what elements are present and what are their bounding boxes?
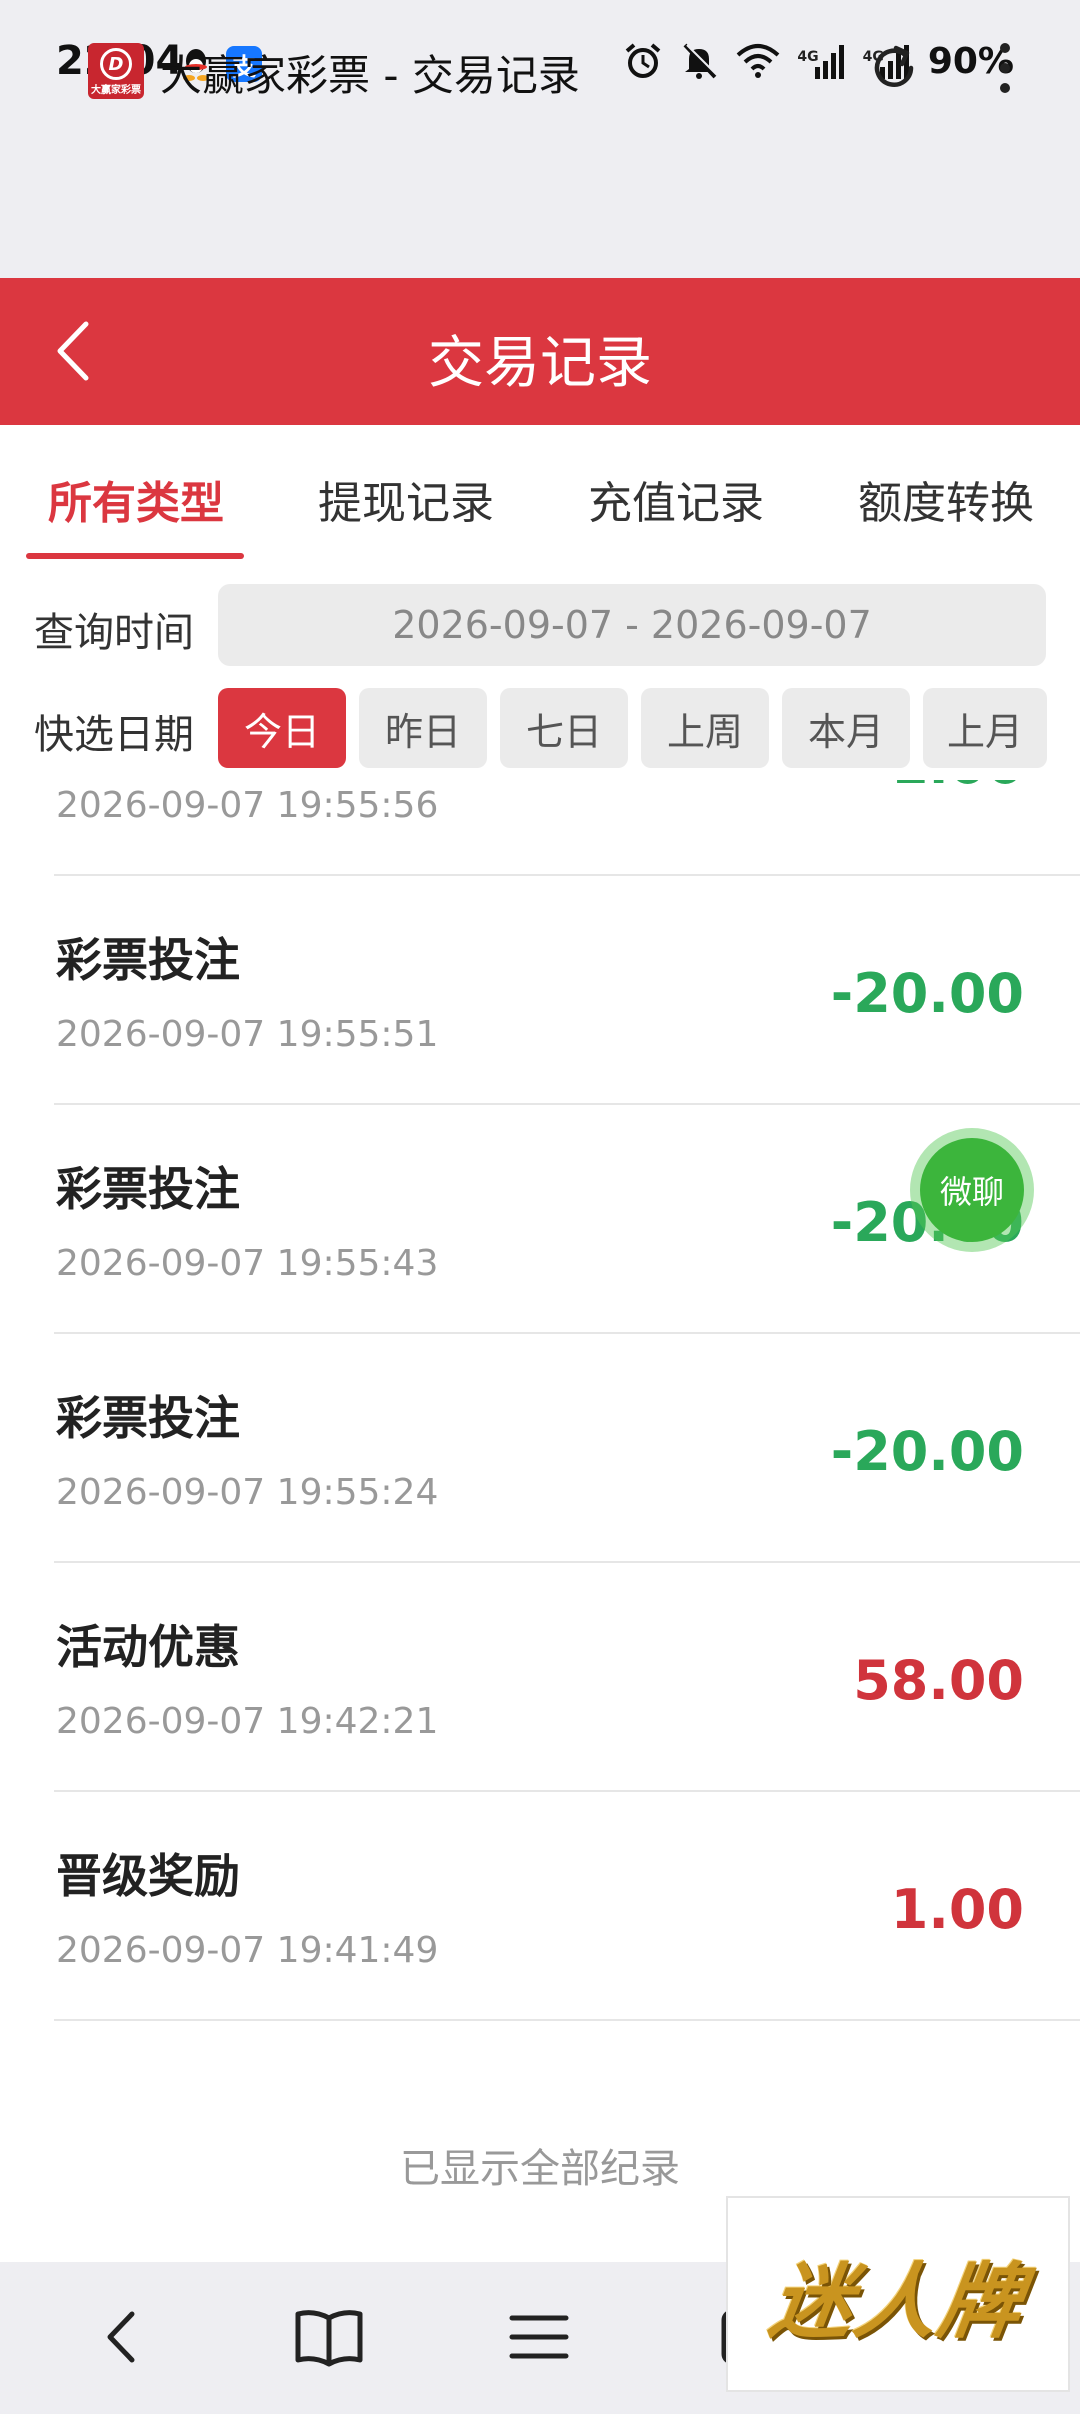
active-tab-indicator	[26, 553, 244, 559]
logo-mark: D	[100, 48, 132, 80]
app-header: 交易记录	[0, 278, 1080, 425]
transaction-amount: 58.00	[853, 1649, 1024, 1712]
transaction-type: 晋级奖励	[56, 1849, 240, 1903]
site-logo: D 大赢家彩票	[88, 43, 144, 99]
alarm-icon	[623, 41, 663, 81]
quick-select-this-month[interactable]: 本月	[782, 688, 910, 768]
tab-deposits[interactable]: 充值记录	[588, 467, 764, 531]
transaction-row[interactable]: 活动优惠 2026-09-07 19:42:21 58.00	[0, 1563, 1080, 1792]
quick-select-today[interactable]: 今日	[218, 688, 346, 768]
mute-icon	[679, 41, 719, 81]
watermark-logo: 迷人牌	[726, 2196, 1070, 2392]
browser-toolbar	[0, 130, 1080, 278]
wifi-icon	[735, 43, 781, 79]
tab-all-types[interactable]: 所有类型	[48, 467, 224, 531]
transaction-amount: -20.00	[830, 962, 1024, 1025]
transaction-type: 活动优惠	[56, 1620, 240, 1674]
menu-icon[interactable]	[506, 2304, 572, 2374]
transaction-time: 2026-09-07 19:55:24	[56, 1472, 439, 1513]
transaction-row[interactable]: 彩票投注 2026-09-07 19:55:24 -20.00	[0, 1334, 1080, 1563]
back-icon[interactable]	[96, 2304, 146, 2374]
address-bar[interactable]	[70, 146, 930, 250]
page-root: 22:04 支	[0, 0, 1080, 2414]
date-range-field[interactable]: 2026-09-07 - 2026-09-07	[218, 584, 1046, 666]
transaction-time: 2026-09-07 19:55:56	[56, 785, 439, 826]
transaction-time: 2026-09-07 19:55:43	[56, 1243, 439, 1284]
query-time-label: 查询时间	[34, 610, 194, 656]
quick-select-label: 快选日期	[34, 712, 194, 758]
status-indicators: 4G 4G 90%	[623, 36, 1014, 86]
end-of-list-note: 已显示全部纪录	[400, 2146, 680, 2192]
transaction-type: 彩票投注	[56, 933, 240, 987]
network-label: 4G	[797, 49, 819, 65]
transaction-row[interactable]: 彩票投注 2026-09-07 19:55:51 -20.00	[0, 876, 1080, 1105]
quick-select-last-month[interactable]: 上月	[923, 688, 1047, 768]
more-menu-icon[interactable]	[990, 40, 1020, 104]
transaction-amount: -1.00	[868, 780, 1024, 796]
tab-withdrawals[interactable]: 提现记录	[318, 467, 494, 531]
quick-select-last-week[interactable]: 上周	[641, 688, 769, 768]
bookmarks-icon[interactable]	[292, 2304, 366, 2374]
browser-page-title[interactable]: 大赢家彩票 - 交易记录	[160, 42, 580, 103]
transaction-time: 2026-09-07 19:55:51	[56, 1014, 439, 1055]
logo-text: 大赢家彩票	[91, 85, 141, 96]
quick-select-yesterday[interactable]: 昨日	[359, 688, 487, 768]
signal-4g-icon: 4G	[797, 43, 846, 79]
transaction-time: 2026-09-07 19:41:49	[56, 1930, 439, 1971]
page-title: 交易记录	[428, 331, 652, 396]
transaction-amount: 1.00	[890, 1878, 1024, 1941]
row-divider	[54, 2019, 1080, 2021]
chat-button[interactable]: 微聊	[910, 1128, 1034, 1252]
transaction-type: 彩票投注	[56, 1391, 240, 1445]
transaction-time: 2026-09-07 19:42:21	[56, 1701, 439, 1742]
transaction-list[interactable]: 2026-09-07 19:55:56 -1.00 彩票投注 2026-09-0…	[0, 780, 1080, 2260]
transaction-type: 彩票投注	[56, 1162, 240, 1216]
watermark-text: 迷人牌	[764, 2253, 1030, 2350]
transaction-amount: -20.00	[830, 1420, 1024, 1483]
tab-credit-transfer[interactable]: 额度转换	[858, 467, 1034, 531]
record-type-tabs: 所有类型 提现记录 充值记录 额度转换	[0, 425, 1080, 565]
chat-button-label: 微聊	[920, 1138, 1024, 1242]
transaction-row[interactable]: 晋级奖励 2026-09-07 19:41:49 1.00	[0, 1792, 1080, 2021]
quick-select-seven-days[interactable]: 七日	[500, 688, 628, 768]
reload-icon[interactable]	[866, 40, 922, 100]
transaction-row[interactable]: 2026-09-07 19:55:56 -1.00	[0, 780, 1080, 876]
